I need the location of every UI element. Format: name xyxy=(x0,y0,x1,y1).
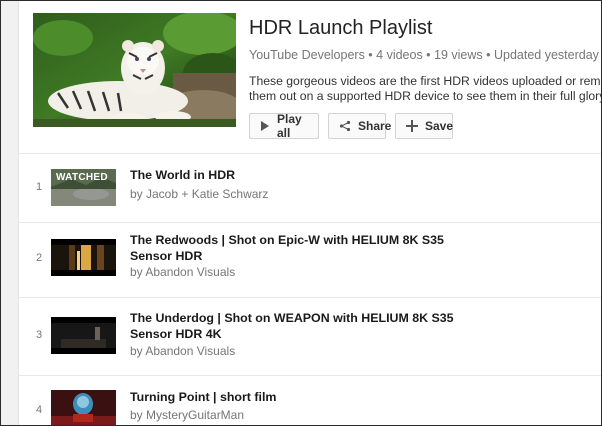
video-thumbnail-image xyxy=(51,239,116,276)
video-thumbnail[interactable] xyxy=(51,239,116,276)
playlist-thumbnail[interactable] xyxy=(33,13,236,127)
play-icon xyxy=(260,120,270,132)
video-channel[interactable]: by MysteryGuitarMan xyxy=(130,408,244,422)
video-thumbnail-image xyxy=(51,317,116,354)
playlist-video-row[interactable]: 4 Turning Point | short film by MysteryG… xyxy=(19,376,601,425)
description-line: them out on a supported HDR device to se… xyxy=(249,89,602,103)
save-label: Save xyxy=(425,119,454,133)
watched-label: WATCHED xyxy=(56,172,108,183)
playlist-video-row[interactable]: 3 The Underdog | Shot on WEAPON with HEL… xyxy=(19,298,601,375)
playlist-video-row[interactable]: 1 WATCHED The World in HDR by Jacob + Ka… xyxy=(19,154,601,222)
description-line: These gorgeous videos are the first HDR … xyxy=(249,74,601,88)
playlist-meta: YouTube Developers • 4 videos • 19 views… xyxy=(249,48,599,62)
video-thumbnail[interactable] xyxy=(51,317,116,354)
video-title[interactable]: The World in HDR xyxy=(130,167,460,183)
playlist-description: These gorgeous videos are the first HDR … xyxy=(249,74,602,104)
plus-icon xyxy=(406,120,418,132)
play-all-label: Play all xyxy=(277,112,302,140)
video-thumbnail[interactable]: WATCHED xyxy=(51,169,116,206)
video-index: 1 xyxy=(36,181,43,193)
share-icon xyxy=(339,120,351,132)
tiger-image xyxy=(33,13,236,127)
video-thumbnail-image xyxy=(51,390,116,425)
video-index: 4 xyxy=(36,404,43,416)
video-title[interactable]: Turning Point | short film xyxy=(130,389,460,405)
video-index: 3 xyxy=(36,329,43,341)
video-index: 2 xyxy=(36,252,43,264)
playlist-panel: HDR Launch Playlist YouTube Developers •… xyxy=(18,1,602,425)
video-title[interactable]: The Redwoods | Shot on Epic-W with HELIU… xyxy=(130,232,460,264)
video-title[interactable]: The Underdog | Shot on WEAPON with HELIU… xyxy=(130,310,460,342)
video-channel[interactable]: by Jacob + Katie Schwarz xyxy=(130,187,268,201)
playlist-video-row[interactable]: 2 The Redwoods | Shot on Epic-W with HEL… xyxy=(19,223,601,297)
share-label: Share xyxy=(358,119,392,133)
video-channel[interactable]: by Abandon Visuals xyxy=(130,265,235,279)
save-button[interactable]: Save xyxy=(395,113,453,139)
video-channel[interactable]: by Abandon Visuals xyxy=(130,344,235,358)
playlist-title: HDR Launch Playlist xyxy=(249,17,433,39)
share-button[interactable]: Share xyxy=(328,113,391,139)
play-all-button[interactable]: Play all xyxy=(249,112,319,140)
window-frame: HDR Launch Playlist YouTube Developers •… xyxy=(0,0,602,426)
video-thumbnail[interactable] xyxy=(51,390,116,425)
